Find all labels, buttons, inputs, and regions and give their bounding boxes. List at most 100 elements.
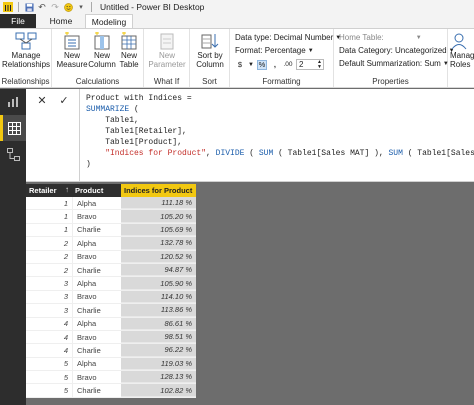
divider [91, 2, 92, 12]
cell-retailer[interactable]: 3 [26, 304, 72, 316]
table-row[interactable]: 3 Alpha 105.90 % [26, 277, 196, 291]
cell-product[interactable]: Bravo [72, 330, 121, 344]
redo-icon[interactable]: ↷ [50, 2, 60, 12]
table-row[interactable]: 2 Charlie 94.87 % [26, 263, 196, 278]
cell-indices[interactable]: 132.78 % [121, 237, 196, 250]
table-row[interactable]: 1 Alpha 111.18 % [26, 197, 196, 211]
cell-indices[interactable]: 96.22 % [121, 344, 196, 357]
number-format-row: $ ▼ % , .00 2 ▲ ▼ [235, 59, 324, 70]
tab-modeling[interactable]: Modeling [85, 14, 133, 29]
cell-retailer[interactable]: 1 [26, 210, 72, 222]
cell-product[interactable]: Charlie [72, 344, 121, 357]
column-header-indices[interactable]: Indices for Product [121, 184, 196, 197]
smiley-icon[interactable] [63, 2, 73, 12]
table-row[interactable]: 3 Charlie 113.86 % [26, 304, 196, 318]
data-category-dropdown[interactable]: Data Category: Uncategorized ▼ [339, 46, 455, 55]
table-row[interactable]: 5 Charlie 102.82 % [26, 384, 196, 398]
cell-product[interactable]: Alpha [72, 277, 121, 290]
new-parameter-button[interactable]: New Parameter [147, 32, 187, 69]
cell-product[interactable]: Charlie [72, 263, 121, 277]
cell-retailer[interactable]: 2 [26, 264, 72, 276]
cell-indices[interactable]: 98.51 % [121, 330, 196, 344]
cell-retailer[interactable]: 4 [26, 318, 72, 330]
manage-relationships-button[interactable]: Manage Relationships [2, 32, 50, 69]
table-row[interactable]: 4 Charlie 96.22 % [26, 344, 196, 358]
data-view-button[interactable] [0, 115, 26, 141]
table-row[interactable]: 2 Alpha 132.78 % [26, 237, 196, 251]
save-icon[interactable] [24, 2, 34, 12]
cell-product[interactable]: Charlie [72, 384, 121, 397]
cell-retailer[interactable]: 4 [26, 344, 72, 356]
table-row[interactable]: 5 Alpha 119.03 % [26, 357, 196, 372]
decimal-button[interactable]: .00 [282, 59, 293, 70]
cell-retailer[interactable]: 5 [26, 371, 72, 383]
table-row[interactable]: 1 Charlie 105.69 % [26, 223, 196, 238]
cell-indices[interactable]: 102.82 % [121, 384, 196, 397]
formula-line: "Indices for Product", DIVIDE ( SUM ( Ta… [86, 148, 474, 159]
stepper-arrows-icon[interactable]: ▲ ▼ [317, 59, 323, 70]
report-view-button[interactable] [0, 89, 26, 115]
cell-indices[interactable]: 113.86 % [121, 304, 196, 317]
formula-keyword: DIVIDE [215, 149, 245, 158]
cell-retailer[interactable]: 3 [26, 291, 72, 303]
cell-retailer[interactable]: 5 [26, 358, 72, 370]
cell-product[interactable]: Bravo [72, 210, 121, 223]
cell-retailer[interactable]: 2 [26, 237, 72, 249]
cell-retailer[interactable]: 3 [26, 277, 72, 289]
comma-button[interactable]: , [269, 59, 280, 70]
cell-indices[interactable]: 105.90 % [121, 277, 196, 290]
quick-access-dropdown-icon[interactable]: ▾ [76, 2, 86, 12]
cell-retailer[interactable]: 5 [26, 384, 72, 396]
cell-indices[interactable]: 114.10 % [121, 290, 196, 304]
cell-product[interactable]: Alpha [72, 317, 121, 330]
cell-indices[interactable]: 105.20 % [121, 210, 196, 223]
column-header-product[interactable]: Product [72, 184, 121, 197]
data-type-label: Data type: Decimal Number [235, 33, 334, 42]
cell-product[interactable]: Alpha [72, 357, 121, 371]
table-row[interactable]: 2 Bravo 120.52 % [26, 250, 196, 264]
home-table-dropdown[interactable]: Home Table: ▼ [339, 33, 422, 42]
cell-product[interactable]: Alpha [72, 197, 121, 210]
table-row[interactable]: 1 Bravo 105.20 % [26, 210, 196, 224]
undo-icon[interactable]: ↶ [37, 2, 47, 12]
percent-button[interactable]: % [256, 59, 267, 70]
sort-by-column-button[interactable]: Sort by Column [193, 32, 227, 69]
cell-retailer[interactable]: 2 [26, 251, 72, 263]
cell-indices[interactable]: 86.61 % [121, 317, 196, 330]
cancel-icon[interactable]: ✕ [32, 93, 52, 107]
default-summarization-dropdown[interactable]: Default Summarization: Sum ▼ [339, 59, 449, 68]
cell-product[interactable]: Bravo [72, 290, 121, 304]
cell-product[interactable]: Alpha [72, 237, 121, 250]
tab-file[interactable]: File [0, 14, 36, 28]
cell-product[interactable]: Charlie [72, 223, 121, 237]
cell-indices[interactable]: 105.69 % [121, 223, 196, 237]
decimal-places-stepper[interactable]: 2 ▲ ▼ [295, 59, 324, 70]
new-table-button[interactable]: New Table [117, 32, 141, 69]
cell-product[interactable]: Charlie [72, 304, 121, 317]
table-row[interactable]: 3 Bravo 114.10 % [26, 290, 196, 305]
currency-button[interactable]: $ [235, 59, 245, 70]
cell-indices[interactable]: 128.13 % [121, 371, 196, 384]
table-row[interactable]: 4 Alpha 86.61 % [26, 317, 196, 331]
data-type-dropdown[interactable]: Data type: Decimal Number ▼ [235, 33, 341, 42]
table-row[interactable]: 5 Bravo 128.13 % [26, 371, 196, 385]
tab-home[interactable]: Home [38, 14, 84, 28]
formula-editor[interactable]: Product with Indices = SUMMARIZE ( Table1… [80, 89, 474, 182]
new-measure-button[interactable]: New Measure [56, 32, 88, 69]
column-header-retailer[interactable]: Retailer ↑ [26, 184, 72, 197]
format-dropdown[interactable]: Format: Percentage ▼ [235, 46, 314, 55]
new-column-button[interactable]: New Column [88, 32, 116, 69]
cell-retailer[interactable]: 1 [26, 197, 72, 209]
cell-product[interactable]: Bravo [72, 371, 121, 384]
cell-retailer[interactable]: 1 [26, 224, 72, 236]
relationship-view-button[interactable] [0, 141, 26, 167]
manage-roles-button[interactable]: Manage Roles [450, 32, 474, 69]
table-row[interactable]: 4 Bravo 98.51 % [26, 330, 196, 345]
cell-indices[interactable]: 111.18 % [121, 197, 196, 210]
cell-retailer[interactable]: 4 [26, 331, 72, 343]
cell-indices[interactable]: 119.03 % [121, 357, 196, 371]
cell-indices[interactable]: 94.87 % [121, 263, 196, 277]
commit-icon[interactable]: ✓ [54, 93, 74, 107]
cell-indices[interactable]: 120.52 % [121, 250, 196, 263]
cell-product[interactable]: Bravo [72, 250, 121, 263]
